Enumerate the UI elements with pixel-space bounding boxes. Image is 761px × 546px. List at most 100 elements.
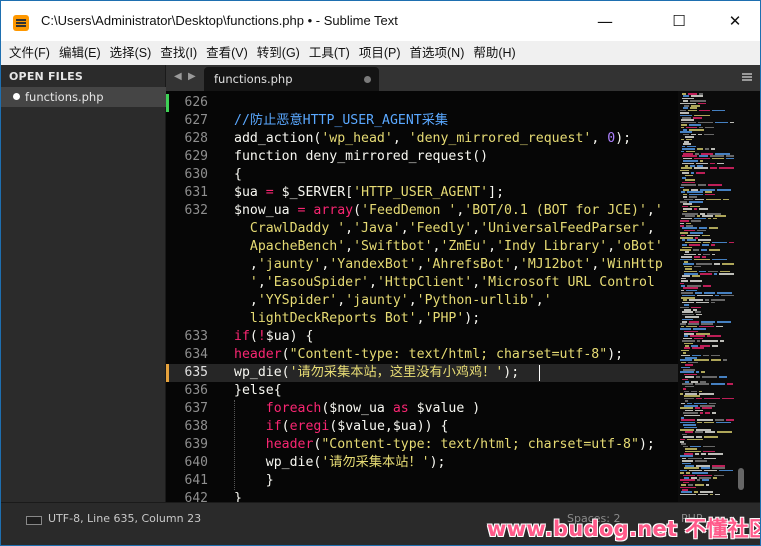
menu-preferences[interactable]: 首选项(N)	[408, 41, 472, 65]
minimap-text	[694, 359, 709, 361]
minimap-text	[703, 445, 715, 448]
code-token: !	[257, 329, 266, 344]
code-line[interactable]: header("Content-type: text/html; charset…	[234, 436, 655, 454]
menu-find[interactable]: 查找(I)	[158, 41, 204, 65]
code-line[interactable]: ','EasouSpider','HttpClient','Microsoft …	[234, 274, 655, 292]
minimap-text	[681, 191, 685, 193]
menu-edit[interactable]: 编辑(E)	[57, 41, 108, 65]
minimap-text	[683, 133, 689, 136]
minimap-text	[720, 340, 724, 342]
code-token: (	[353, 203, 362, 218]
scrollbar-thumb[interactable]	[738, 468, 744, 490]
code-line[interactable]: foreach($now_ua as $value )	[234, 400, 480, 418]
minimap-text	[684, 342, 693, 345]
code-token: wp_die	[265, 455, 314, 470]
minimap-text	[697, 148, 703, 150]
minimap-text	[680, 469, 687, 472]
minimap-text	[699, 477, 711, 479]
minimap-text	[681, 419, 695, 421]
menu-tools[interactable]: 工具(T)	[307, 41, 357, 65]
minimap-text	[695, 431, 703, 433]
code-token: );	[464, 311, 481, 326]
code-line[interactable]: ,'YYSpider','jaunty','Python-urllib','	[234, 292, 552, 310]
code-line[interactable]: if(eregi($value,$ua)) {	[234, 418, 449, 436]
menu-project[interactable]: 项目(P)	[357, 41, 408, 65]
code-line[interactable]: if(!$ua) {	[234, 328, 313, 346]
menu-view[interactable]: 查看(V)	[204, 41, 255, 65]
minimap-text	[696, 397, 702, 400]
code-line[interactable]: lightDeckReports Bot','PHP');	[234, 310, 480, 328]
minimap-text	[683, 436, 694, 438]
tab-menu-icon[interactable]	[742, 73, 752, 81]
minimize-button[interactable]: —	[582, 1, 628, 41]
line-number: 631	[184, 185, 208, 200]
tab-next-arrow-icon[interactable]: ▶	[188, 71, 196, 82]
minimap-text	[702, 479, 709, 481]
code-token: )	[464, 401, 481, 416]
code-line[interactable]: ,'jaunty','YandexBot','AhrefsBot','MJ12b…	[234, 256, 663, 274]
code-editor[interactable]: 626 627 628 629 630 631 632 633 634 635 636 637 638 6…	[166, 91, 678, 502]
minimap-text	[682, 205, 688, 208]
code-line[interactable]: function deny_mirrored_request()	[234, 148, 488, 166]
minimap-text	[684, 477, 689, 479]
code-token: 'PHP'	[424, 311, 465, 326]
code-token: ,	[392, 131, 409, 146]
minimap-text	[683, 412, 698, 414]
minimap-text	[680, 114, 692, 117]
panel-toggle-icon[interactable]	[26, 516, 42, 525]
minimap-text	[680, 486, 696, 489]
code-line[interactable]: {	[234, 166, 242, 184]
minimap-text	[685, 381, 689, 383]
minimap-text	[682, 489, 688, 491]
tab-unsaved-dot-icon[interactable]	[364, 76, 371, 83]
code-token: as	[384, 401, 417, 416]
minimap-text	[680, 393, 683, 395]
menu-selection[interactable]: 选择(S)	[108, 41, 159, 65]
code-line[interactable]: CrawlDaddy ','Java','Feedly','UniversalF…	[234, 220, 655, 238]
close-button[interactable]: ✕	[712, 1, 758, 41]
minimap-text	[711, 301, 715, 304]
code-line[interactable]: ApacheBench','Swiftbot','ZmEu','Indy Lib…	[234, 238, 663, 256]
code-line[interactable]: header("Content-type: text/html; charset…	[234, 346, 623, 364]
menu-file[interactable]: 文件(F)	[7, 41, 57, 65]
code-line[interactable]: //防止恶意HTTP_USER_AGENT采集	[234, 112, 448, 130]
minimap-text	[723, 359, 727, 361]
minimap-text	[700, 160, 703, 162]
minimap-text	[723, 198, 729, 201]
minimap-text	[684, 453, 693, 455]
maximize-button[interactable]: ☐	[656, 1, 702, 41]
title-bar[interactable]: C:\Users\Administrator\Desktop\functions…	[1, 1, 760, 41]
minimap-text	[682, 93, 686, 95]
minimap-text	[684, 395, 700, 397]
minimap-text	[681, 184, 696, 186]
unsaved-dot-icon	[13, 93, 20, 100]
code-line[interactable]: }	[234, 472, 274, 490]
minimap-text	[680, 258, 692, 261]
sidebar-file-item[interactable]: functions.php	[1, 87, 166, 107]
minimap[interactable]	[678, 91, 735, 502]
menu-help[interactable]: 帮助(H)	[471, 41, 522, 65]
tab-prev-arrow-icon[interactable]: ◀	[174, 71, 182, 82]
minimap-text	[712, 465, 725, 467]
code-line[interactable]: }else{	[234, 382, 282, 400]
code-line[interactable]: }	[234, 490, 242, 502]
code-token: 'WinHttp	[599, 257, 663, 272]
minimap-text	[719, 167, 734, 169]
code-line[interactable]: wp_die('请勿采集本站，这里没有小鸡鸡！');	[234, 364, 519, 382]
code-line[interactable]: $now_ua = array('FeedDemon ','BOT/0.1 (B…	[234, 202, 663, 220]
line-number	[166, 310, 226, 328]
minimap-text	[704, 421, 714, 424]
code-line[interactable]: add_action('wp_head', 'deny_mirrored_req…	[234, 130, 631, 148]
menu-goto[interactable]: 转到(G)	[255, 41, 307, 65]
minimap-text	[696, 465, 710, 467]
code-line[interactable]: wp_die('请勿采集本站！');	[234, 454, 446, 472]
tab-functions-php[interactable]: functions.php	[204, 67, 379, 91]
minimap-text	[680, 455, 693, 457]
minimap-text	[704, 436, 718, 438]
scrollbar-track[interactable]	[735, 91, 760, 502]
minimap-text	[703, 253, 710, 256]
minimap-text	[690, 100, 706, 102]
code-line[interactable]: $ua = $_SERVER['HTTP_USER_AGENT'];	[234, 184, 504, 202]
minimap-text	[717, 431, 732, 433]
